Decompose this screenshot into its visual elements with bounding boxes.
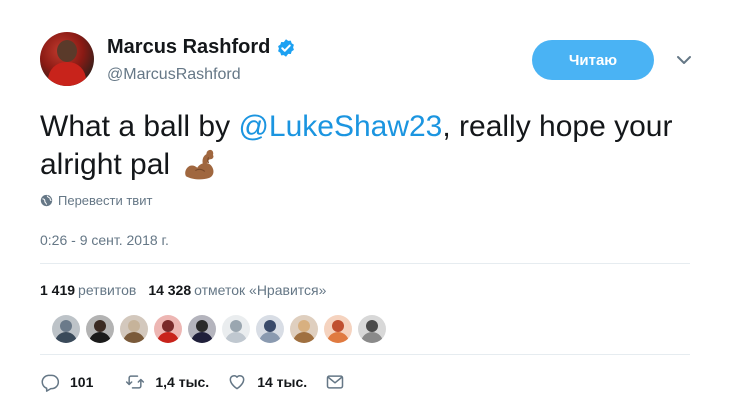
liker-avatar[interactable] bbox=[86, 315, 114, 343]
envelope-icon bbox=[326, 375, 344, 389]
retweets-stat[interactable]: 1 419 ретвитов bbox=[40, 282, 136, 298]
reply-count: 101 bbox=[70, 374, 94, 390]
retweet-count: 1,4 тыс. bbox=[155, 374, 210, 390]
liker-avatar-body bbox=[293, 332, 315, 343]
avatar-shirt bbox=[48, 62, 86, 86]
liker-avatar-head bbox=[162, 320, 174, 332]
liker-avatar[interactable] bbox=[256, 315, 284, 343]
translate-tweet-link[interactable]: Перевести твит bbox=[40, 193, 152, 208]
profile-avatar[interactable] bbox=[40, 32, 94, 86]
likes-count: 14 328 bbox=[148, 282, 192, 298]
tweet-actions: 101 1,4 тыс. 14 тыс. bbox=[40, 372, 373, 392]
verified-badge-icon bbox=[278, 38, 295, 57]
liker-avatar-head bbox=[94, 320, 106, 332]
like-count: 14 тыс. bbox=[257, 374, 308, 390]
likes-stat[interactable]: 14 328 отметок «Нравится» bbox=[148, 282, 326, 298]
liker-avatar[interactable] bbox=[222, 315, 250, 343]
flexed-biceps-icon bbox=[185, 149, 214, 180]
liker-avatar[interactable] bbox=[358, 315, 386, 343]
liker-avatars bbox=[52, 315, 392, 343]
liker-avatar[interactable] bbox=[154, 315, 182, 343]
direct-message-button[interactable] bbox=[325, 372, 355, 392]
likes-label: отметок «Нравится» bbox=[194, 282, 327, 298]
liker-avatar-body bbox=[89, 332, 111, 343]
user-handle[interactable]: @MarcusRashford bbox=[107, 66, 241, 84]
liker-avatar-head bbox=[128, 320, 140, 332]
liker-avatar[interactable] bbox=[120, 315, 148, 343]
liker-avatar-head bbox=[366, 320, 378, 332]
tweet-timestamp[interactable]: 0:26 - 9 сент. 2018 г. bbox=[40, 232, 169, 248]
liker-avatar-head bbox=[264, 320, 276, 332]
liker-avatar-head bbox=[196, 320, 208, 332]
retweet-icon bbox=[126, 375, 145, 389]
reply-button[interactable]: 101 bbox=[40, 372, 93, 392]
liker-avatar-body bbox=[191, 332, 213, 343]
like-button[interactable]: 14 тыс. bbox=[227, 372, 307, 392]
name-row: Marcus Rashford bbox=[107, 36, 296, 59]
globe-icon bbox=[40, 194, 53, 207]
tweet-stats: 1 419 ретвитов 14 328 отметок «Нравится» bbox=[40, 282, 338, 298]
translate-label[interactable]: Перевести твит bbox=[58, 193, 152, 208]
chevron-down-icon[interactable] bbox=[676, 54, 692, 66]
liker-avatar-body bbox=[157, 332, 179, 343]
mention-link[interactable]: @LukeShaw23 bbox=[238, 110, 442, 143]
following-button[interactable]: Читаю bbox=[532, 40, 654, 80]
liker-avatar-body bbox=[225, 332, 247, 343]
liker-avatar-body bbox=[327, 332, 349, 343]
liker-avatar-body bbox=[55, 332, 77, 343]
liker-avatar-head bbox=[230, 320, 242, 332]
display-name[interactable]: Marcus Rashford bbox=[107, 36, 270, 59]
liker-avatar[interactable] bbox=[52, 315, 80, 343]
tweet-text: What a ball by @LukeShaw23, really hope … bbox=[40, 108, 690, 184]
liker-avatar-head bbox=[298, 320, 310, 332]
liker-avatar-body bbox=[361, 332, 383, 343]
liker-avatar-head bbox=[332, 320, 344, 332]
retweets-label: ретвитов bbox=[78, 282, 137, 298]
liker-avatar[interactable] bbox=[290, 315, 318, 343]
tweet-text-part: What a ball by bbox=[40, 110, 239, 143]
retweet-button[interactable]: 1,4 тыс. bbox=[125, 372, 209, 392]
avatar-face bbox=[57, 40, 77, 62]
divider bbox=[40, 263, 690, 264]
retweets-count: 1 419 bbox=[40, 282, 76, 298]
liker-avatar-body bbox=[259, 332, 281, 343]
liker-avatar[interactable] bbox=[324, 315, 352, 343]
heart-icon bbox=[229, 375, 245, 390]
liker-avatar-head bbox=[60, 320, 72, 332]
liker-avatar[interactable] bbox=[188, 315, 216, 343]
divider bbox=[40, 354, 690, 355]
reply-icon bbox=[41, 374, 60, 392]
liker-avatar-body bbox=[123, 332, 145, 343]
